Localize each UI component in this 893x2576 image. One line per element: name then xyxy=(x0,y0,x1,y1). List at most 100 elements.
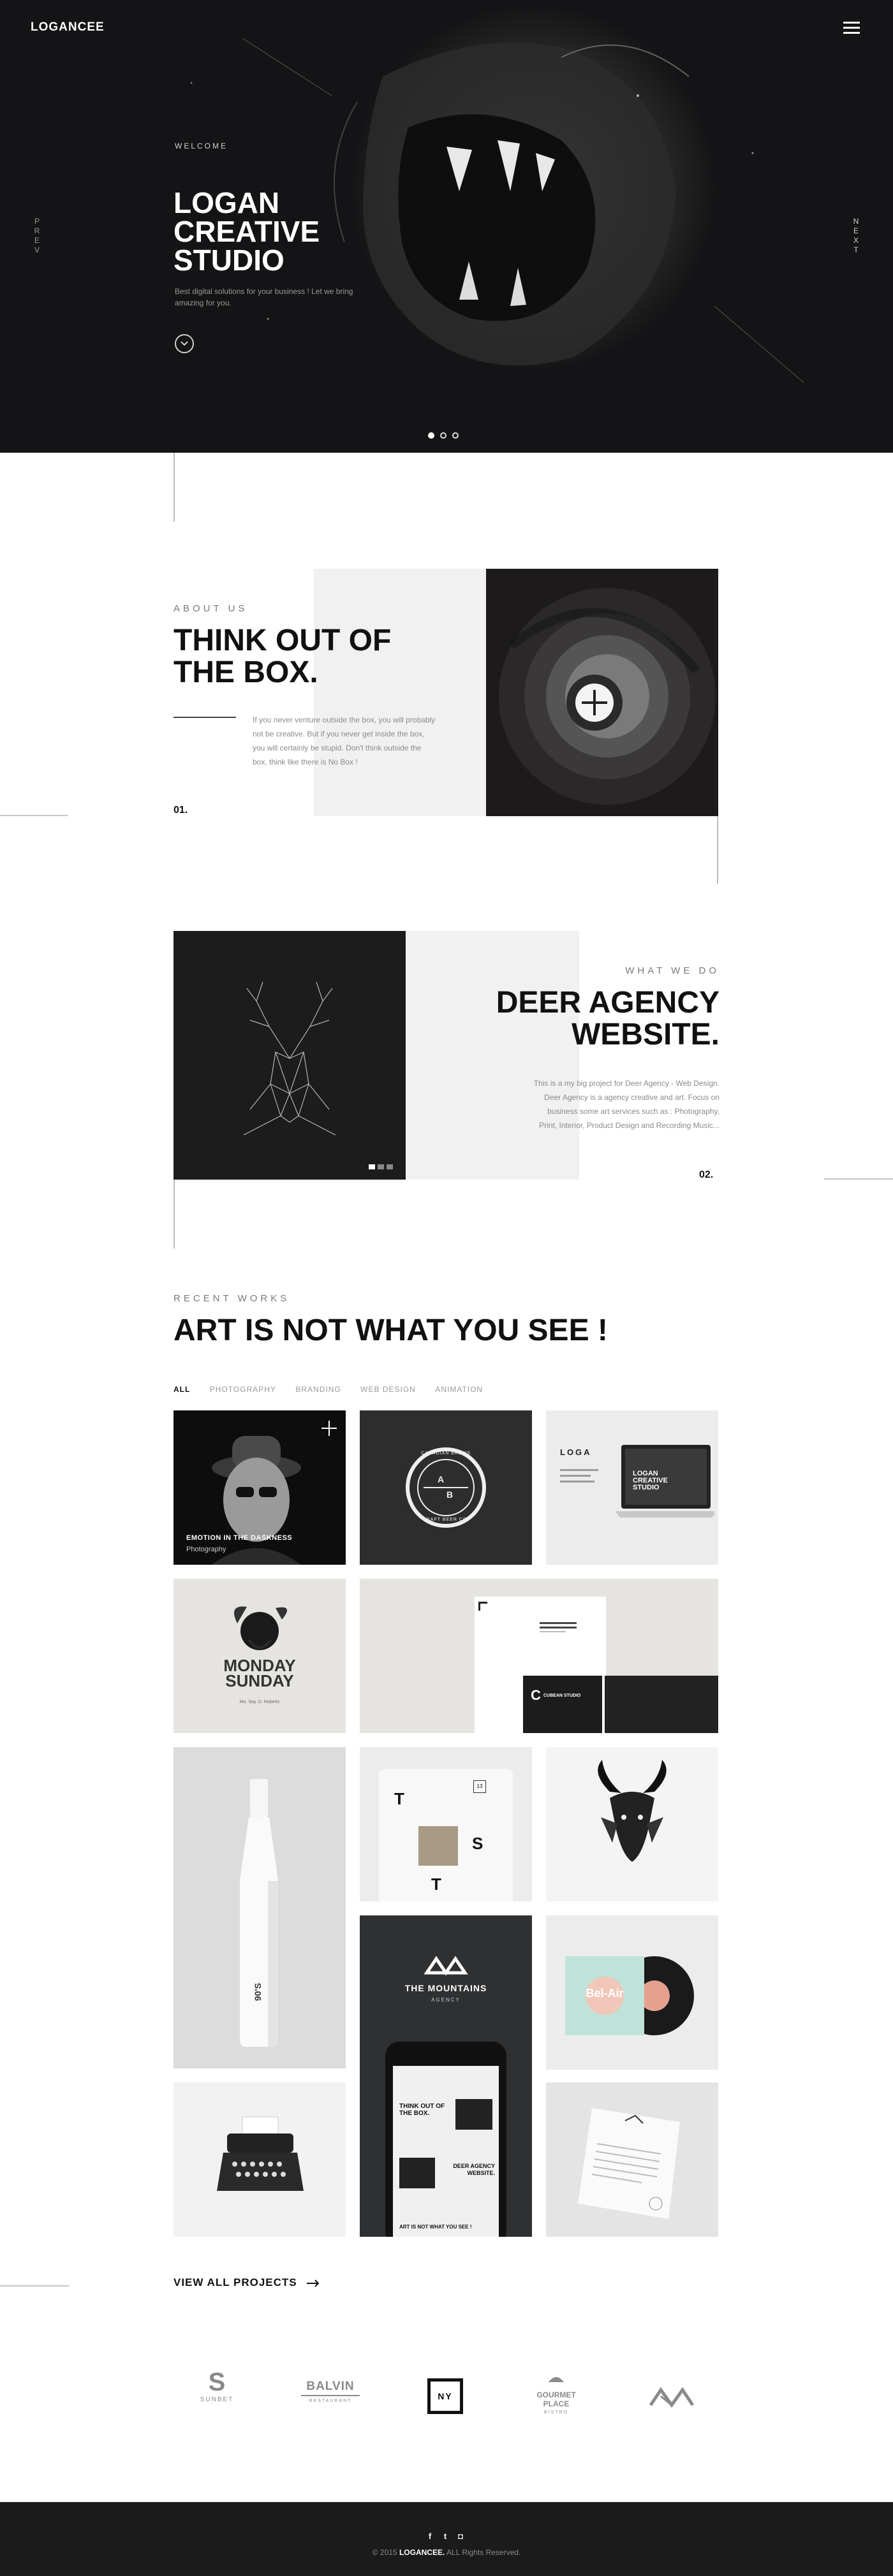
bottle-label: 90'S xyxy=(253,1982,263,2002)
business-card xyxy=(605,1676,718,1733)
bull-illustration-icon xyxy=(598,1760,667,1862)
prev-slide-button[interactable]: PREV xyxy=(33,217,43,255)
typewriter-image xyxy=(217,2116,304,2191)
side-label-letter: R xyxy=(34,226,43,235)
mountains-title: THE MOUNTAINS xyxy=(404,1983,487,1993)
work-tile-book[interactable]: T 13 S T xyxy=(360,1747,532,1901)
about-body: If you never venture outside the box, yo… xyxy=(253,715,436,766)
bottle-image xyxy=(173,1747,346,2068)
services-grey-panel xyxy=(406,931,579,1180)
services-eyebrow: WHAT WE DO xyxy=(625,965,720,976)
book-badge: 13 xyxy=(473,1780,486,1793)
filter-branding[interactable]: BRANDING xyxy=(295,1385,341,1394)
slider-dot[interactable] xyxy=(428,432,434,439)
work-tile-bull[interactable] xyxy=(546,1747,718,1901)
services-body: This is a my big project for Deer Agency… xyxy=(533,1079,720,1130)
work-tile-mountains[interactable]: THE MOUNTAINS AGENCY THINK OUT OF THE BO… xyxy=(360,1915,532,2237)
filter-all[interactable]: ALL xyxy=(173,1385,190,1394)
sunbet-name: SUNBET xyxy=(200,2396,234,2403)
copyright-year: © 2015 xyxy=(372,2548,397,2557)
next-slide-button[interactable]: NEXT xyxy=(852,217,862,255)
side-label-letter: P xyxy=(34,217,42,226)
monday-title: MONDAY SUNDAY xyxy=(173,1657,346,1689)
side-label-letter: E xyxy=(853,226,861,235)
filter-photography[interactable]: PHOTOGRAPHY xyxy=(210,1385,276,1394)
deer-image xyxy=(173,931,406,1180)
slider-dot[interactable] xyxy=(440,432,447,439)
cube-letter: C xyxy=(531,1687,541,1703)
works-title: ART IS NOT WHAT YOU SEE ! xyxy=(173,1314,608,1347)
lion-hero-image xyxy=(0,0,893,453)
gourmet-name: GOURMET PLACE xyxy=(536,2390,576,2408)
client-logo-ny[interactable]: NY xyxy=(427,2378,463,2414)
work-tile-vinyl[interactable]: Bel-Air xyxy=(546,1915,718,2070)
section-number: 01. xyxy=(173,805,188,816)
view-all-projects-button[interactable]: VIEW ALL PROJECTS xyxy=(173,2276,320,2289)
client-logo-gourmet[interactable]: GOURMET PLACE BISTRO xyxy=(523,2375,589,2415)
hero-title-line: STUDIO xyxy=(173,244,284,277)
arrow-right-icon xyxy=(307,2279,320,2287)
letter-paper-image xyxy=(578,2108,680,2219)
works-eyebrow: RECENT WORKS xyxy=(173,1293,290,1304)
work-tile-typewriter[interactable] xyxy=(173,2082,346,2237)
book-letter: S xyxy=(472,1834,483,1853)
side-label-letter: E xyxy=(34,236,42,245)
mountains-sub: AGENCY xyxy=(431,1997,461,2003)
work-tile-cube[interactable]: C CUBEAN STUDIO xyxy=(360,1579,718,1733)
view-all-label: VIEW ALL PROJECTS xyxy=(173,2276,297,2288)
copyright-rights: ALL Rights Reserved. xyxy=(446,2548,521,2557)
corner-mark-icon xyxy=(478,1602,487,1611)
balvin-name: BALVIN xyxy=(301,2380,360,2396)
work-tile-monday[interactable]: MONDAY SUNDAY Mo. Soy. D. Roberts xyxy=(173,1579,346,1733)
instagram-icon[interactable]: ◘ xyxy=(455,2531,466,2542)
slider-dot[interactable] xyxy=(387,1164,393,1169)
work-tile-letter[interactable] xyxy=(546,2082,718,2237)
about-divider xyxy=(173,717,236,718)
hero-description: Best digital solutions for your business… xyxy=(175,287,353,307)
work-tile-badge[interactable]: CANADIAN BREWS A B CRAFT BEER CO. xyxy=(360,1410,532,1565)
slider-dot[interactable] xyxy=(378,1164,384,1169)
chevron-down-circle-icon[interactable] xyxy=(175,334,194,353)
badge-letter: A xyxy=(438,1474,445,1484)
copyright-text: © 2015 LOGANCEE. ALL Rights Reserved. xyxy=(0,2548,893,2557)
book-letter: T xyxy=(394,1789,404,1808)
filter-animation[interactable]: ANIMATION xyxy=(435,1385,483,1394)
divider-line xyxy=(717,816,718,884)
spiral-staircase-image xyxy=(486,569,718,816)
plus-icon[interactable] xyxy=(320,1419,338,1437)
divider-line xyxy=(0,2285,69,2287)
monday-sub: Mo. Soy. D. Roberts xyxy=(239,1700,280,1704)
site-footer: f t ◘ © 2015 LOGANCEE. ALL Rights Reserv… xyxy=(0,2502,893,2576)
divider-line xyxy=(0,815,68,816)
client-logo-balvin[interactable]: BALVIN RESTAURANT xyxy=(301,2380,360,2411)
work-tile-emotion[interactable]: EMOTION IN THE DASKNESS Photography xyxy=(173,1410,346,1565)
twitter-icon[interactable]: t xyxy=(440,2531,450,2542)
services-title-line: WEBSITE. xyxy=(571,1018,720,1051)
balvin-sub: RESTAURANT xyxy=(309,2399,352,2403)
hero-eyebrow: WELCOME xyxy=(175,142,228,150)
work-tile-laptop[interactable]: LOGA LOGAN CREATIVE STUDIO xyxy=(546,1410,718,1565)
mountains-logo-icon[interactable] xyxy=(648,2385,695,2408)
slider-dot[interactable] xyxy=(452,432,459,439)
text-lines xyxy=(560,1469,598,1482)
business-card xyxy=(523,1676,602,1733)
ny-name: NY xyxy=(438,2391,453,2401)
filter-web-design[interactable]: WEB DESIGN xyxy=(360,1385,416,1394)
site-logo[interactable]: LOGANCEE xyxy=(31,20,105,34)
sunbet-letter: S xyxy=(208,2368,226,2396)
about-eyebrow: ABOUT US xyxy=(173,603,248,614)
work-tile-bottle[interactable]: 90'S xyxy=(173,1747,346,2068)
hero-section: LOGANCEE PREV NEXT WELCOME LOGAN CREATIV… xyxy=(0,0,893,453)
phone-image xyxy=(455,2099,492,2130)
client-logo-sunbet[interactable]: S SUNBET xyxy=(198,2368,236,2415)
hamburger-menu-icon[interactable] xyxy=(843,22,860,36)
badge-top-text: CANADIAN BREWS xyxy=(421,1451,471,1456)
divider-line xyxy=(173,453,175,522)
cloche-icon xyxy=(549,2377,564,2382)
slider-dots xyxy=(428,430,464,439)
about-title-line: THE BOX. xyxy=(173,655,318,689)
side-label-letter: T xyxy=(853,245,861,254)
side-label-letter: V xyxy=(34,245,42,254)
slider-dot[interactable] xyxy=(369,1164,375,1169)
facebook-icon[interactable]: f xyxy=(425,2531,435,2542)
